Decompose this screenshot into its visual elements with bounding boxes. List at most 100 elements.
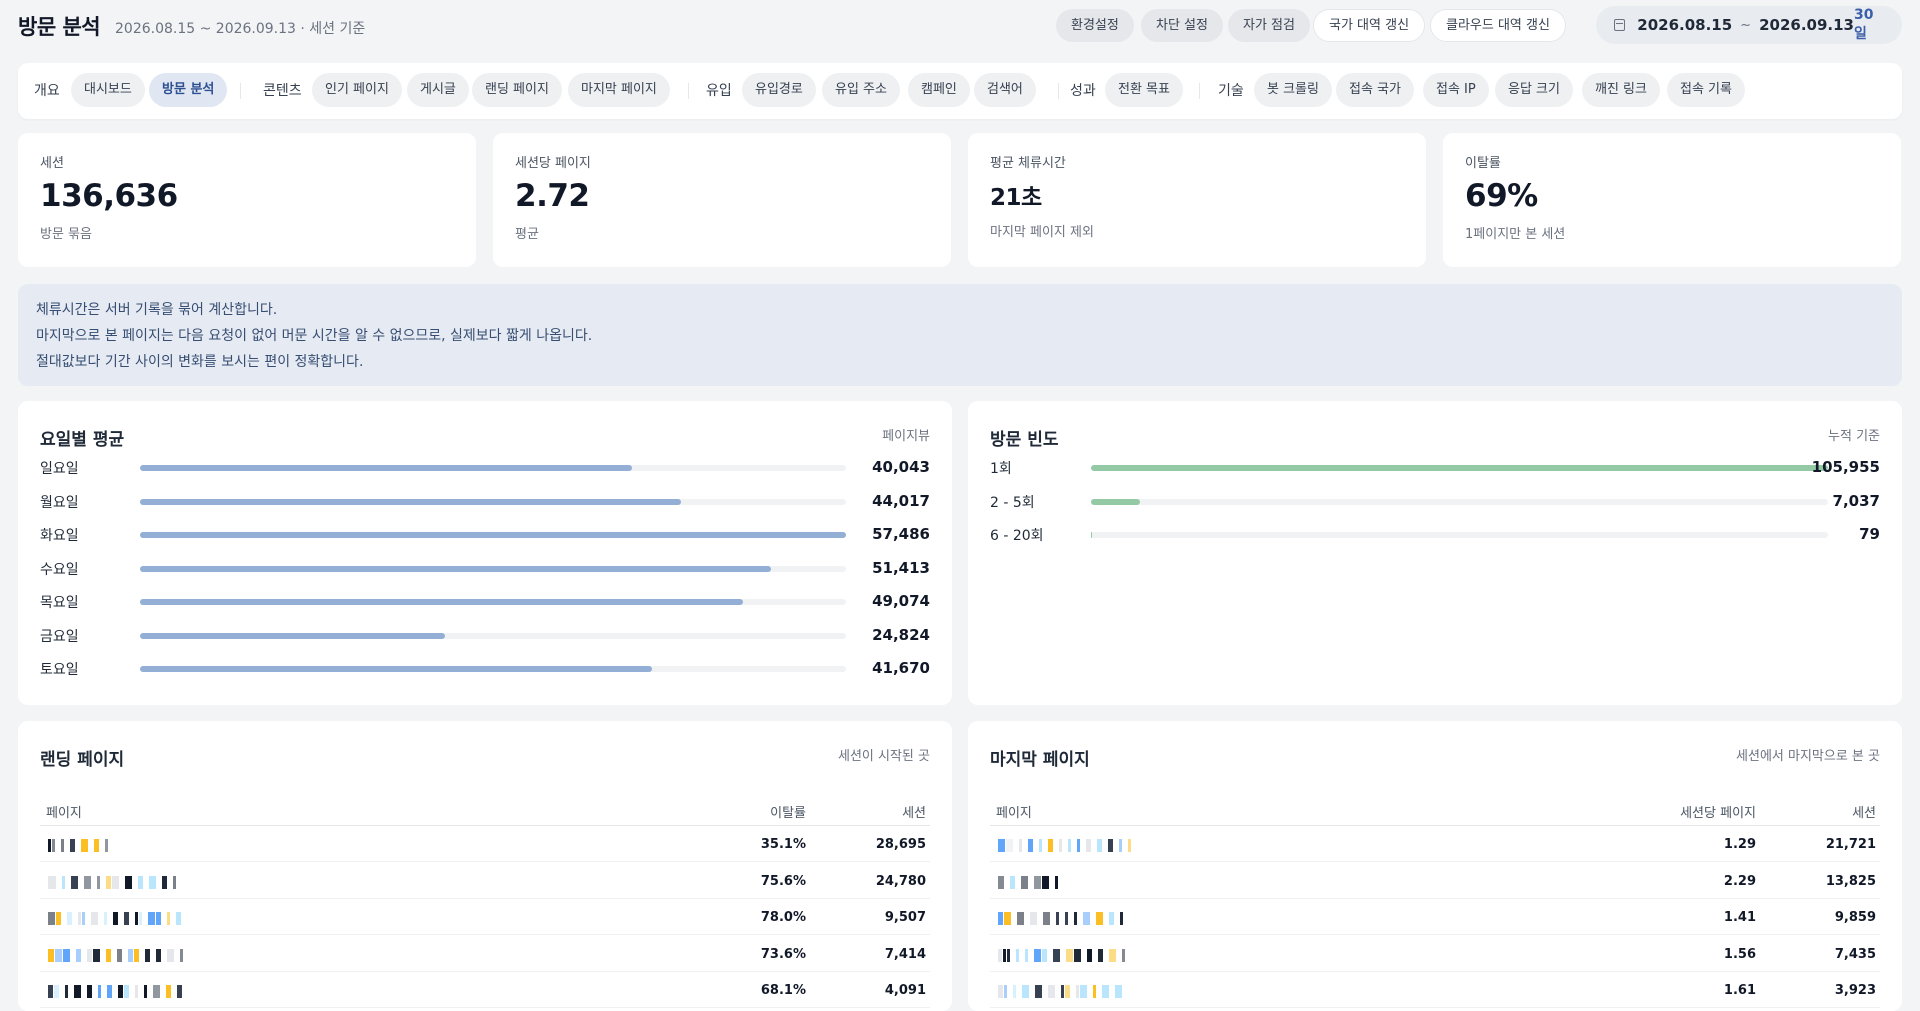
nav-item-conversion-goals[interactable]: 전환 목표 xyxy=(1105,73,1183,107)
bar-fill xyxy=(140,599,743,605)
column-header-page[interactable]: 페이지 xyxy=(996,802,1032,821)
date-range-picker[interactable]: 2026.08.15 ~ 2026.09.13 30일 xyxy=(1596,6,1902,44)
table-row[interactable]: 75.6% 24,780 xyxy=(40,863,930,899)
block-settings-button[interactable]: 차단 설정 xyxy=(1141,9,1223,42)
settings-button[interactable]: 환경설정 xyxy=(1056,9,1134,42)
nav-item-dashboard[interactable]: 대시보드 xyxy=(71,73,145,107)
bar-value: 41,670 xyxy=(872,659,930,677)
bar-row: 일요일 40,043 xyxy=(40,458,930,478)
bar-label: 금요일 xyxy=(40,628,79,645)
nav-divider xyxy=(1199,83,1200,99)
nav-divider xyxy=(240,83,241,99)
bar-row: 2 - 5회 7,037 xyxy=(990,492,1880,512)
stat-card-pages-per-session: 세션당 페이지 2.72 평균 xyxy=(493,133,951,267)
nav-item-countries[interactable]: 접속 국가 xyxy=(1336,73,1414,107)
nav-item-access-log[interactable]: 접속 기록 xyxy=(1667,73,1745,107)
bar-fill xyxy=(140,565,772,572)
nav-item-popular-pages[interactable]: 인기 페이지 xyxy=(312,73,402,107)
redacted-page-url[interactable] xyxy=(998,912,1128,925)
table-row[interactable]: 1.56 7,435 xyxy=(990,936,1880,972)
column-header-pages-per-session[interactable]: 세션당 페이지 xyxy=(1680,802,1756,821)
bar-fill xyxy=(1091,532,1092,538)
nav-group-performance: 성과 xyxy=(1070,83,1096,99)
redacted-page-url[interactable] xyxy=(48,875,182,889)
stat-subtext: 평균 xyxy=(515,227,539,242)
table-row[interactable]: 1.61 3,923 xyxy=(990,972,1880,1008)
redacted-page-url[interactable] xyxy=(998,839,1131,852)
cell-bounce: 78.0% xyxy=(760,910,806,925)
country-range-update-button[interactable]: 국가 대역 갱신 xyxy=(1313,9,1426,42)
bar-row: 화요일 57,486 xyxy=(40,525,930,545)
table-row[interactable]: 35.1% 28,695 xyxy=(40,826,930,862)
stat-subtext: 마지막 페이지 제외 xyxy=(990,225,1094,240)
cell-sessions: 24,780 xyxy=(875,873,926,889)
redacted-page-url[interactable] xyxy=(48,912,182,925)
bar-value: 57,486 xyxy=(872,525,930,543)
table-row[interactable]: 78.0% 9,507 xyxy=(40,899,930,935)
column-header-bounce[interactable]: 이탈률 xyxy=(770,802,806,821)
panel-note: 세션에서 마지막으로 본 곳 xyxy=(1736,749,1880,764)
cell-sessions: 9,507 xyxy=(884,910,926,925)
nav-item-exit-pages[interactable]: 마지막 페이지 xyxy=(568,73,670,107)
bar-fill xyxy=(140,632,445,639)
stat-value: 136,636 xyxy=(40,178,178,214)
bar-row: 6 - 20회 79 xyxy=(990,525,1880,545)
stat-value: 2.72 xyxy=(515,178,590,214)
nav-divider xyxy=(688,83,689,99)
cell-ppv: 1.61 xyxy=(1723,983,1756,998)
page-header: 방문 분석 2026.08.15 ~ 2026.09.13 · 세션 기준 환경… xyxy=(0,0,1920,50)
nav-item-response-size[interactable]: 응답 크기 xyxy=(1495,73,1573,107)
cell-sessions: 21,721 xyxy=(1825,837,1876,852)
self-check-button[interactable]: 자가 점검 xyxy=(1228,9,1310,42)
nav-item-referrer-urls[interactable]: 유입 주소 xyxy=(822,73,900,107)
panel-title: 방문 빈도 xyxy=(990,430,1059,450)
bar-track xyxy=(1091,465,1828,471)
bar-fill xyxy=(140,532,846,538)
table-row[interactable]: 1.29 21,721 xyxy=(990,826,1880,862)
stat-label: 세션 xyxy=(40,156,64,171)
cell-bounce: 68.1% xyxy=(760,983,806,998)
nav-item-landing-pages[interactable]: 랜딩 페이지 xyxy=(472,73,562,107)
date-range-days: 30일 xyxy=(1853,7,1874,42)
nav-group-tech: 기술 xyxy=(1218,83,1244,99)
nav-item-broken-links[interactable]: 깨진 링크 xyxy=(1582,73,1660,107)
cell-sessions: 7,435 xyxy=(1834,946,1876,962)
nav-item-visit-analysis[interactable]: 방문 분석 xyxy=(149,73,228,107)
table-row[interactable]: 68.1% 4,091 xyxy=(40,972,930,1008)
nav-item-posts[interactable]: 게시글 xyxy=(407,73,469,107)
redacted-page-url[interactable] xyxy=(998,875,1062,889)
notice-line: 마지막으로 본 페이지는 다음 요청이 없어 머문 시간을 알 수 없으므로, … xyxy=(36,328,593,344)
column-header-sessions[interactable]: 세션 xyxy=(1852,802,1876,821)
nav-item-bot-crawling[interactable]: 봇 크롤링 xyxy=(1254,73,1332,107)
calendar-icon xyxy=(1614,19,1626,31)
bar-row: 금요일 24,824 xyxy=(40,626,930,646)
bar-row: 목요일 49,074 xyxy=(40,592,930,612)
column-header-sessions[interactable]: 세션 xyxy=(902,802,926,821)
cell-ppv: 1.41 xyxy=(1723,910,1756,925)
table-row[interactable]: 1.41 9,859 xyxy=(990,899,1880,935)
nav-item-ips[interactable]: 접속 IP xyxy=(1423,73,1489,107)
notice-line: 절대값보다 기간 사이의 변화를 보시는 편이 정확합니다. xyxy=(36,354,364,370)
bar-row: 1회 105,955 xyxy=(990,458,1880,478)
column-header-page[interactable]: 페이지 xyxy=(46,802,82,821)
stat-value: 21초 xyxy=(990,185,1042,211)
stat-card-bounce-rate: 이탈률 69% 1페이지만 본 세션 xyxy=(1443,133,1901,267)
cell-sessions: 4,091 xyxy=(884,983,926,998)
nav-item-referrers[interactable]: 유입경로 xyxy=(742,73,816,107)
bar-row: 토요일 41,670 xyxy=(40,659,930,679)
cloud-range-update-button[interactable]: 클라우드 대역 갱신 xyxy=(1430,9,1566,42)
stat-subtext: 방문 묶음 xyxy=(40,227,92,242)
table-row[interactable]: 73.6% 7,414 xyxy=(40,936,930,972)
stat-card-sessions: 세션 136,636 방문 묶음 xyxy=(18,133,476,267)
cell-bounce: 73.6% xyxy=(760,946,806,962)
weekday-average-panel: 요일별 평균 페이지뷰 일요일 40,043 월요일 44,017 화요일 57,486 수… xyxy=(18,401,952,705)
redacted-page-url[interactable] xyxy=(998,948,1128,962)
stat-label: 평균 체류시간 xyxy=(990,156,1066,171)
table-row[interactable]: 2.29 13,825 xyxy=(990,863,1880,899)
panel-note: 세션이 시작된 곳 xyxy=(838,749,930,764)
bar-track xyxy=(140,565,846,572)
nav-item-search-terms[interactable]: 검색어 xyxy=(974,73,1036,107)
redacted-page-url[interactable] xyxy=(48,839,114,852)
redacted-page-url[interactable] xyxy=(48,948,183,962)
nav-item-campaigns[interactable]: 캠페인 xyxy=(908,73,970,107)
